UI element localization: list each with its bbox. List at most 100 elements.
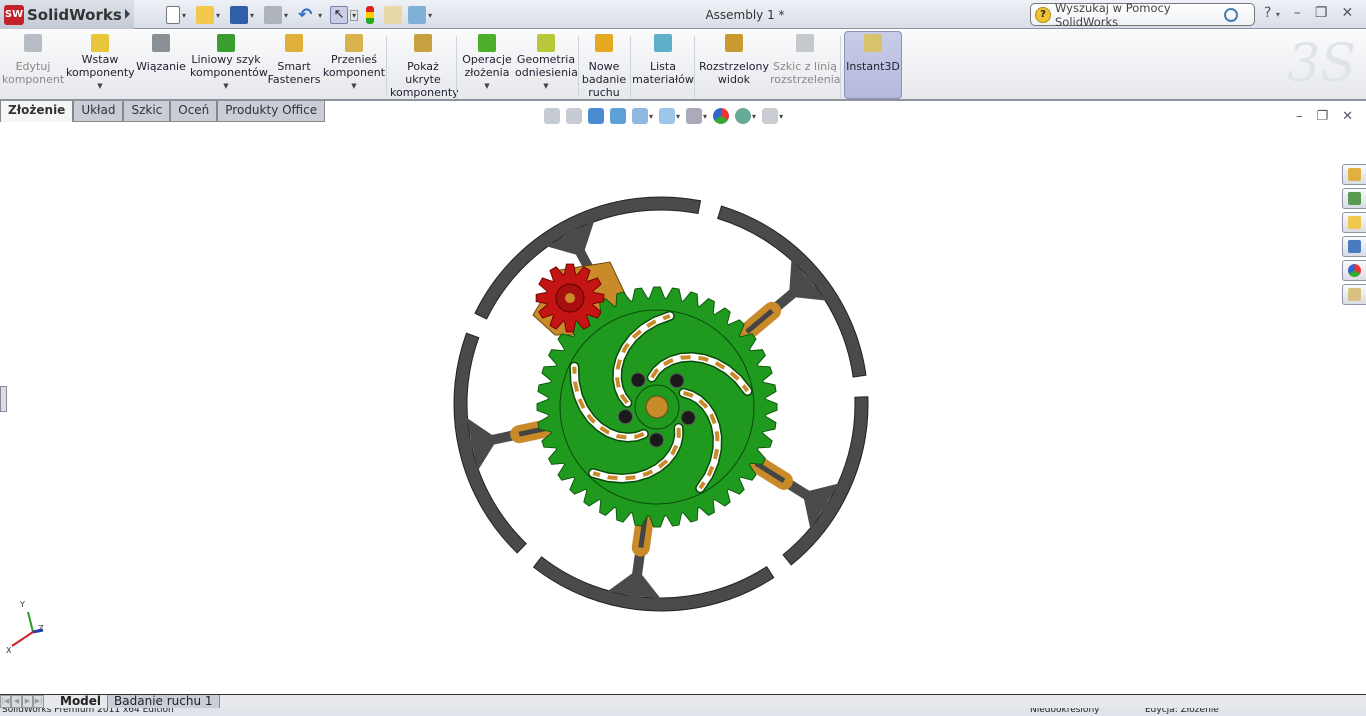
spiral-slot-edge [588,422,684,484]
ribbon-button-7[interactable]: Operacje złożenia ▼ [460,34,514,93]
dropdown-arrow-icon[interactable]: ▾ [752,112,756,121]
edit-appearance-icon[interactable] [713,108,730,124]
minimize-app-icon[interactable]: – [1294,5,1301,21]
previous-tab-icon[interactable]: ◀ [11,695,22,708]
ribbon-button-11[interactable]: Rozstrzelony widok [698,34,770,86]
dropdown-arrow-icon[interactable]: ▼ [351,80,356,93]
spiral-slot [648,353,752,395]
tab-model[interactable]: Model [54,694,107,709]
dropdown-arrow-icon[interactable]: ▼ [484,80,489,93]
custom-properties-tab[interactable] [1342,284,1366,305]
help-icon: ? [1035,6,1051,23]
view-orientation-icon[interactable] [632,108,648,124]
ribbon-button-1[interactable]: Wstaw komponenty ▼ [66,34,135,93]
search-icon[interactable] [1224,7,1238,22]
ribbon-icon [91,34,109,52]
ribbon-button-label: Operacje złożenia [462,53,512,79]
feature-manager-expand-handle[interactable] [0,386,7,412]
task-pane-tabs [1342,164,1366,305]
ribbon-button-6[interactable]: Pokaż ukryte komponenty [390,34,459,99]
coordinate-triad: X Y Z [6,600,44,655]
red-pinion-gear [535,263,605,333]
tab-3[interactable]: Oceń [170,101,218,122]
ribbon-button-label: Przenieś komponent [322,53,386,79]
ribbon-button-label: Lista materiałów [632,60,694,86]
tab-4[interactable]: Produkty Office [217,101,326,122]
close-document-icon[interactable]: ✕ [1342,109,1353,124]
ribbon-button-13[interactable]: Instant3D [846,34,900,73]
dropdown-arrow-icon[interactable]: ▼ [97,80,102,93]
help-search-input[interactable]: Wyszukaj w Pomocy SolidWorks [1055,1,1224,29]
tab-2[interactable]: Szkic [123,101,171,122]
zoom-to-fit-icon[interactable] [544,108,560,124]
last-tab-icon[interactable]: ▶| [33,695,44,708]
dropdown-arrow-icon[interactable]: ▼ [543,80,548,93]
spoke-slider-rod [745,308,774,334]
tab-motion-study-1[interactable]: Badanie ruchu 1 [107,694,220,709]
ribbon-icon [414,34,432,52]
first-tab-icon[interactable]: |◀ [0,695,11,708]
center-axle [645,395,669,419]
bottom-tab-bar: |◀ ◀ ▶ ▶| Model Badanie ruchu 1 [0,694,1366,709]
spiral-follower [615,314,671,405]
file-explorer-tab[interactable] [1342,212,1366,233]
ribbon-button-5[interactable]: Przenieś komponent ▼ [322,34,386,93]
design-library-tab[interactable] [1342,188,1366,209]
dropdown-arrow-icon[interactable]: ▾ [649,112,653,121]
ribbon-button-9[interactable]: Nowe badanie ruchu [580,34,628,99]
spiral-slot-edge [678,387,723,494]
ribbon-button-3[interactable]: Liniowy szyk komponentów ▼ [190,34,268,93]
help-menu-icon[interactable]: ? ▾ [1264,5,1280,21]
outer-ring-segment [453,332,527,554]
dropdown-arrow-icon[interactable]: ▾ [676,112,680,121]
ribbon-icon [152,34,170,52]
help-search-box[interactable]: ? Wyszukaj w Pomocy SolidWorks [1030,1,1255,29]
pinion-bracket [532,261,629,336]
pin [680,410,696,426]
spoke-fork [466,417,498,471]
dropdown-arrow-icon[interactable]: ▼ [223,80,228,93]
spiral-follower [572,366,645,440]
dropdown-arrow-icon[interactable]: ▾ [703,112,707,121]
ribbon-icon [217,34,235,52]
spoke-slider-bracket [510,418,561,444]
main-green-gear [536,286,778,528]
restore-document-icon[interactable]: ❐ [1317,109,1329,124]
ribbon-button-label: Pokaż ukryte komponenty [390,60,459,99]
ribbon-button-12[interactable]: Szkic z linią rozstrzelenia [770,34,841,86]
home-resources-tab[interactable] [1342,164,1366,185]
ribbon-button-2[interactable]: Wiązanie [136,34,186,73]
ribbon-separator [694,36,695,98]
apply-scene-icon[interactable] [735,108,752,124]
ribbon-button-0[interactable]: Edytuj komponent [2,34,64,86]
ribbon-button-label: Wiązanie [136,60,186,73]
gear-hub [634,384,680,430]
view-settings-icon[interactable] [762,108,779,124]
spoke-arm [467,419,565,450]
appearances-tab[interactable] [1342,260,1366,281]
view-palette-tab[interactable] [1342,236,1366,257]
spiral-slot [613,312,674,407]
ribbon-button-10[interactable]: Lista materiałów [632,34,694,86]
tab-1[interactable]: Układ [73,101,124,122]
ribbon-button-label: Instant3D [846,60,900,73]
ribbon-button-4[interactable]: Smart Fasteners [266,34,322,86]
zoom-to-area-icon[interactable] [566,108,582,124]
display-style-icon[interactable] [659,108,676,124]
ribbon-icon [864,34,882,52]
section-view-icon[interactable] [610,108,626,124]
ribbon-button-label: Nowe badanie ruchu [581,60,627,99]
pin [648,432,664,448]
minimize-document-icon[interactable]: – [1296,109,1303,124]
restore-app-icon[interactable]: ❐ [1315,5,1328,21]
ribbon-separator [630,36,631,98]
triad-x-label: X [6,646,12,655]
dropdown-arrow-icon[interactable]: ▾ [779,112,783,121]
next-tab-icon[interactable]: ▶ [22,695,33,708]
tab-0[interactable]: Złożenie [0,101,74,122]
previous-view-icon[interactable] [588,108,604,124]
ribbon-button-8[interactable]: Geometria odniesienia ▼ [515,34,578,93]
close-app-icon[interactable]: ✕ [1341,5,1353,21]
pin [617,409,633,425]
hide-show-items-icon[interactable] [686,108,703,124]
